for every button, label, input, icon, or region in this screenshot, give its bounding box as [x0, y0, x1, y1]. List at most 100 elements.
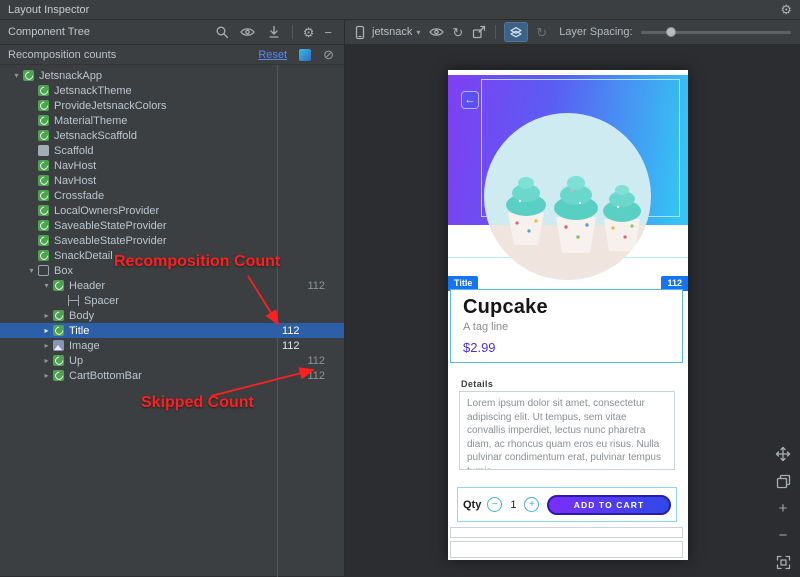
- search-icon[interactable]: [214, 24, 230, 40]
- tree-row[interactable]: MaterialTheme: [0, 113, 344, 128]
- skipped-count: 112: [302, 280, 344, 292]
- tree-row[interactable]: SaveableStateProvider: [0, 233, 344, 248]
- title-card[interactable]: Cupcake A tag line $2.99: [450, 289, 683, 363]
- compose-node-icon: [38, 85, 49, 96]
- compose-node-icon: [38, 115, 49, 126]
- slider-track: [641, 31, 791, 34]
- tree-row[interactable]: JetsnackScaffold: [0, 128, 344, 143]
- tree-node-label: CartBottomBar: [69, 370, 276, 382]
- toggle-3d-mode-button[interactable]: [504, 22, 528, 42]
- tree-node-label: LocalOwnersProvider: [54, 205, 276, 217]
- tree-row[interactable]: ▸ CartBottomBar 112: [0, 368, 344, 383]
- tree-row[interactable]: LocalOwnersProvider: [0, 203, 344, 218]
- compose-node-icon: [53, 355, 64, 366]
- tree-node-label: Crossfade: [54, 190, 276, 202]
- expand-arrow-icon[interactable]: ▾: [40, 281, 53, 290]
- layer-spacing-label: Layer Spacing:: [559, 26, 632, 38]
- tree-node-label: Title: [69, 325, 276, 337]
- layers-icon[interactable]: [774, 472, 792, 490]
- tree-row[interactable]: Scaffold: [0, 143, 344, 158]
- tree-row[interactable]: ▾ Header 112: [0, 278, 344, 293]
- compose-node-icon: [38, 220, 49, 231]
- component-tree-panel: Recomposition counts Reset ⊘ ▾ JetsnackA…: [0, 45, 345, 576]
- tree-row[interactable]: SaveableStateProvider: [0, 218, 344, 233]
- tree-row[interactable]: ▾ JetsnackApp: [0, 68, 344, 83]
- recomposition-count: 112: [276, 325, 302, 337]
- expand-arrow-icon[interactable]: ▸: [40, 356, 53, 365]
- expand-arrow-icon[interactable]: ▾: [10, 71, 23, 80]
- compose-node-icon: [23, 70, 34, 81]
- visibility-eye-icon[interactable]: [240, 24, 256, 40]
- expand-arrow-icon[interactable]: ▾: [25, 266, 38, 275]
- tree-node-label: JetsnackScaffold: [54, 130, 276, 142]
- tree-row[interactable]: ▸ Image 112: [0, 338, 344, 353]
- panel-title: Component Tree: [8, 26, 90, 38]
- toolbar-separator: [292, 25, 293, 39]
- tree-row[interactable]: ProvideJetsnackColors: [0, 98, 344, 113]
- zoom-out-icon[interactable]: −: [774, 526, 792, 544]
- recomposition-count: 112: [276, 340, 302, 352]
- expand-arrow-icon[interactable]: ▸: [40, 341, 53, 350]
- tree-node-label: JetsnackTheme: [54, 85, 276, 97]
- settings-gear-icon[interactable]: ⚙: [780, 3, 792, 16]
- expand-arrow-icon[interactable]: ▸: [40, 326, 53, 335]
- qty-decrease-button[interactable]: −: [487, 497, 502, 512]
- pan-mode-icon[interactable]: [774, 445, 792, 463]
- product-tagline: A tag line: [463, 321, 682, 333]
- tree-node-label: ProvideJetsnackColors: [54, 100, 276, 112]
- qty-increase-button[interactable]: +: [524, 497, 539, 512]
- tree-row[interactable]: ▸ Body: [0, 308, 344, 323]
- device-screenshot[interactable]: ←: [448, 70, 688, 560]
- tree-row[interactable]: Spacer: [0, 293, 344, 308]
- chevron-down-icon: ▾: [416, 28, 420, 37]
- hide-panel-icon[interactable]: −: [324, 26, 332, 39]
- reset-view-icon[interactable]: ↻: [536, 26, 547, 39]
- tree-node-label: Image: [69, 340, 276, 352]
- toolbar-separator: [495, 25, 496, 39]
- window-title: Layout Inspector: [8, 4, 89, 16]
- tree-node-label: JetsnackApp: [39, 70, 276, 82]
- tree-row[interactable]: SnackDetail: [0, 248, 344, 263]
- back-button[interactable]: ←: [461, 91, 479, 109]
- add-to-cart-button[interactable]: ADD TO CART: [547, 495, 671, 515]
- expand-arrow-icon[interactable]: ▸: [40, 371, 53, 380]
- tree-row[interactable]: NavHost: [0, 173, 344, 188]
- tree-row[interactable]: JetsnackTheme: [0, 83, 344, 98]
- compose-node-icon: [38, 250, 49, 261]
- tree-node-label: Up: [69, 355, 276, 367]
- export-snapshot-icon[interactable]: [471, 24, 487, 40]
- tree-row[interactable]: NavHost: [0, 158, 344, 173]
- compose-node-icon: [38, 160, 49, 171]
- expand-all-icon[interactable]: [266, 24, 282, 40]
- tree-node-label: Body: [69, 310, 276, 322]
- device-viewer: ←: [345, 45, 800, 576]
- compose-node-icon: [38, 205, 49, 216]
- expand-arrow-icon[interactable]: ▸: [40, 311, 53, 320]
- reset-counts-link[interactable]: Reset: [258, 49, 287, 61]
- recomposition-highlight-color-icon[interactable]: [299, 49, 311, 61]
- view-node-icon: [38, 145, 49, 156]
- compose-node-icon: [38, 175, 49, 186]
- spacer-node-icon: [68, 295, 79, 306]
- tree-row[interactable]: ▸ Title 112: [0, 323, 344, 338]
- tree-node-label: NavHost: [54, 160, 276, 172]
- live-updates-icon[interactable]: ↻: [452, 26, 463, 39]
- cupcake-photo[interactable]: [484, 113, 651, 280]
- fit-to-screen-icon[interactable]: [774, 553, 792, 571]
- tree-node-label: SaveableStateProvider: [54, 220, 276, 232]
- tree-row[interactable]: ▾ Box: [0, 263, 344, 278]
- panel-options-gear-icon[interactable]: ⚙: [303, 26, 315, 39]
- qty-value: 1: [510, 499, 516, 511]
- zoom-in-icon[interactable]: +: [774, 499, 792, 517]
- compose-node-icon: [53, 370, 64, 381]
- disable-recomposition-counts-icon[interactable]: ⊘: [323, 48, 334, 61]
- tree-row[interactable]: Crossfade: [0, 188, 344, 203]
- layer-spacing-thumb[interactable]: [666, 27, 676, 37]
- view-options-eye-icon[interactable]: [428, 24, 444, 40]
- tree-node-label: SnackDetail: [54, 250, 276, 262]
- process-selector[interactable]: jetsnack ▾: [352, 24, 420, 40]
- layer-spacing-slider[interactable]: [641, 25, 791, 39]
- process-name: jetsnack: [372, 26, 412, 38]
- tree-row[interactable]: ▸ Up 112: [0, 353, 344, 368]
- recomposition-counts-label: Recomposition counts: [8, 49, 116, 61]
